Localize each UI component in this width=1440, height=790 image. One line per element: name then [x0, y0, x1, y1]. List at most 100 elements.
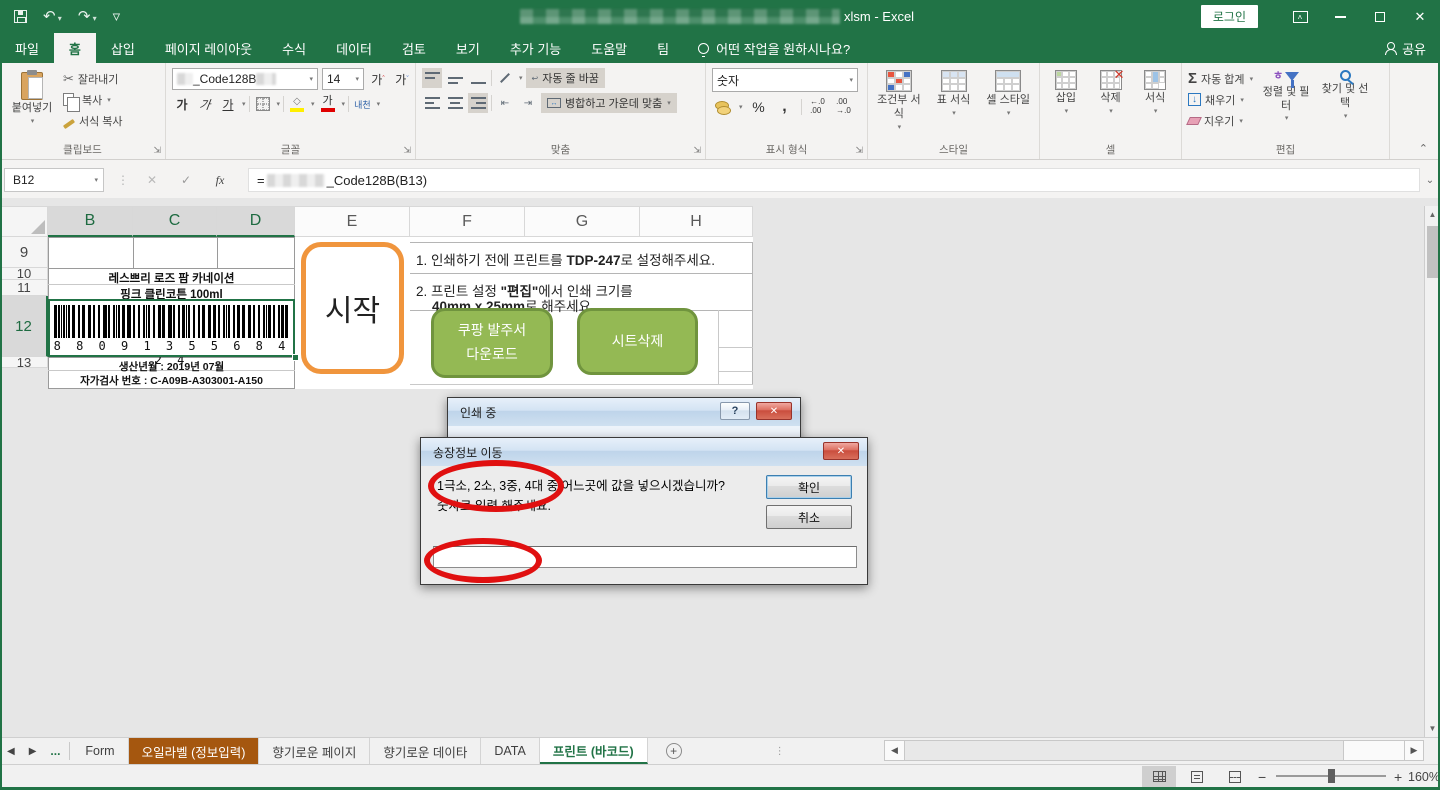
zoom-level-label[interactable]: 160%: [1408, 765, 1440, 788]
accounting-format-button[interactable]: [712, 97, 732, 117]
save-icon[interactable]: [14, 10, 27, 23]
select-all-corner[interactable]: [0, 206, 48, 237]
start-macro-button[interactable]: 시작: [301, 242, 404, 374]
conditional-formatting-button[interactable]: 조건부 서식▾: [874, 68, 924, 132]
zoom-in-button[interactable]: +: [1394, 765, 1402, 788]
page-break-view-button[interactable]: [1218, 766, 1252, 787]
close-button[interactable]: ✕: [1400, 0, 1440, 33]
align-middle-button[interactable]: [445, 68, 465, 88]
login-button[interactable]: 로그인: [1201, 5, 1258, 28]
column-header-E[interactable]: E: [295, 206, 410, 237]
italic-button[interactable]: 가: [194, 94, 217, 114]
row-header-13[interactable]: 13: [0, 357, 48, 368]
font-dialog-launcher[interactable]: ⇲: [403, 145, 411, 156]
tab-formulas[interactable]: 수식: [267, 33, 321, 63]
column-header-D[interactable]: D: [217, 206, 295, 237]
tab-insert[interactable]: 삽입: [96, 33, 150, 63]
cancel-entry-icon[interactable]: ✕: [138, 168, 166, 192]
number-format-combo[interactable]: 숫자▾: [712, 68, 858, 92]
increase-decimal-button[interactable]: ←.0.00: [808, 97, 828, 117]
cell-mfg-date[interactable]: 생산년월 : 2019년 07월: [48, 359, 295, 374]
sort-filter-button[interactable]: ㅎ 정렬 및 필터▾: [1258, 68, 1314, 124]
share-button[interactable]: 공유: [1384, 33, 1426, 63]
coupang-download-button[interactable]: 쿠팡 발주서 다운로드: [431, 308, 553, 378]
horizontal-scrollbar[interactable]: ◀ ▶: [884, 740, 1424, 761]
hscroll-left-icon[interactable]: ◀: [885, 741, 904, 760]
invoice-cancel-button[interactable]: 취소: [766, 505, 852, 529]
orientation-button[interactable]: [495, 68, 515, 88]
comma-style-button[interactable]: ,: [775, 97, 795, 117]
redo-icon[interactable]: ↷ ▾: [78, 9, 97, 24]
tab-file[interactable]: 파일: [0, 33, 54, 63]
sheet-tab-fragrant-page[interactable]: 향기로운 페이지: [259, 738, 370, 764]
confirm-entry-icon[interactable]: ✓: [172, 168, 200, 192]
row-header-11[interactable]: 11: [0, 280, 48, 296]
cell-product-name[interactable]: 레스쁘리 로즈 팜 카네이션: [48, 270, 295, 286]
ribbon-display-options-button[interactable]: ˄: [1280, 0, 1320, 33]
printing-close-button[interactable]: ✕: [756, 402, 792, 420]
align-top-button[interactable]: [422, 68, 442, 88]
underline-button[interactable]: 가: [218, 94, 238, 114]
formula-input[interactable]: = _Code128B(B13): [248, 168, 1420, 192]
zoom-slider-thumb[interactable]: [1328, 769, 1335, 783]
column-header-C[interactable]: C: [133, 206, 217, 237]
cell-inspection-no[interactable]: 자가검사 번호 : C-A09B-A303001-A150: [48, 373, 295, 388]
column-header-H[interactable]: H: [640, 206, 753, 237]
align-right-button[interactable]: [468, 93, 488, 113]
decrease-decimal-button[interactable]: .00→.0: [834, 97, 854, 117]
collapse-ribbon-button[interactable]: ⌃: [1419, 142, 1428, 155]
align-left-button[interactable]: [422, 93, 442, 113]
number-dialog-launcher[interactable]: ⇲: [855, 145, 863, 156]
sheet-tab-fragrant-data[interactable]: 향기로운 데이타: [370, 738, 481, 764]
tab-view[interactable]: 보기: [441, 33, 495, 63]
font-size-combo[interactable]: 14▾: [322, 68, 364, 90]
tell-me-box[interactable]: 어떤 작업을 원하시나요?: [684, 33, 864, 63]
printing-help-button[interactable]: ?: [720, 402, 750, 420]
insert-cells-button[interactable]: 삽입▾: [1046, 68, 1086, 117]
row-header-9[interactable]: 9: [0, 237, 48, 268]
increase-indent-button[interactable]: ⇥: [518, 93, 538, 113]
column-header-B[interactable]: B: [48, 206, 133, 237]
name-box[interactable]: B12▾: [4, 168, 104, 192]
sheet-tab-oil-label[interactable]: 오일라벨 (정보입력): [129, 738, 260, 764]
tab-addins[interactable]: 추가 기능: [495, 33, 576, 63]
hscroll-right-icon[interactable]: ▶: [1404, 741, 1423, 760]
phonetic-button[interactable]: 내천: [352, 94, 373, 114]
clipboard-dialog-launcher[interactable]: ⇲: [153, 145, 161, 156]
tab-home[interactable]: 홈: [54, 33, 96, 63]
font-color-button[interactable]: 가: [318, 94, 338, 114]
minimize-button[interactable]: [1320, 0, 1360, 33]
column-header-F[interactable]: F: [410, 206, 525, 237]
normal-view-button[interactable]: [1142, 766, 1176, 787]
sheet-tab-form[interactable]: Form: [72, 738, 128, 764]
sheet-nav-right-icon[interactable]: ▶: [22, 738, 44, 764]
new-sheet-button[interactable]: +: [666, 743, 682, 759]
shrink-font-button[interactable]: 가ˇ: [392, 69, 412, 89]
grow-font-button[interactable]: 가ˆ: [368, 69, 388, 89]
tab-team[interactable]: 팀: [642, 33, 684, 63]
sheet-nav-left-icon[interactable]: ◀: [0, 738, 22, 764]
page-layout-view-button[interactable]: [1180, 766, 1214, 787]
tabstrip-overflow-icon[interactable]: ⋮: [768, 738, 792, 764]
hscroll-thumb[interactable]: [904, 741, 1344, 760]
decrease-indent-button[interactable]: ⇤: [495, 93, 515, 113]
name-box-dropdown-icon[interactable]: ▾: [94, 176, 98, 184]
autosum-button[interactable]: Σ자동 합계▾: [1188, 68, 1253, 89]
row-header-12[interactable]: 12: [0, 296, 48, 357]
tab-data[interactable]: 데이터: [321, 33, 387, 63]
format-cells-button[interactable]: 서식▾: [1135, 68, 1175, 117]
row-header-10[interactable]: 10: [0, 268, 48, 280]
vscroll-thumb[interactable]: [1427, 226, 1438, 278]
font-name-combo[interactable]: _Code128B ▾: [172, 68, 318, 90]
sheet-tab-data[interactable]: DATA: [481, 738, 539, 764]
copy-button[interactable]: 복사▾: [63, 89, 123, 110]
tab-review[interactable]: 검토: [387, 33, 441, 63]
insert-function-icon[interactable]: fx: [206, 168, 234, 192]
borders-button[interactable]: [253, 94, 273, 114]
align-bottom-button[interactable]: [468, 68, 488, 88]
percent-style-button[interactable]: %: [749, 97, 769, 117]
cell-styles-button[interactable]: 셀 스타일▾: [983, 68, 1033, 119]
format-painter-button[interactable]: 서식 복사: [63, 110, 123, 131]
column-header-G[interactable]: G: [525, 206, 640, 237]
bold-button[interactable]: 가: [172, 94, 192, 114]
